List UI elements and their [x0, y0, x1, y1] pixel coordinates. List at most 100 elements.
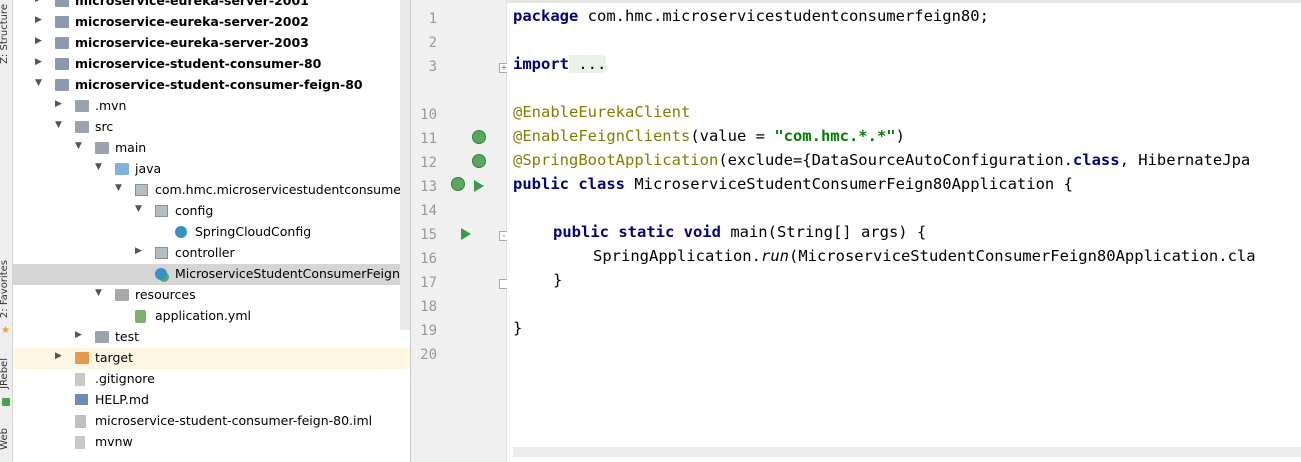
module-folder-icon: [55, 37, 69, 49]
spring-bean-icon[interactable]: [472, 130, 486, 144]
tree-item[interactable]: ▼ microservice-student-consumer-feign-80: [13, 75, 410, 96]
md-icon: [75, 394, 88, 405]
tree-item[interactable]: application.yml: [13, 306, 410, 327]
chevron-down-icon[interactable]: ▼: [35, 78, 42, 88]
line-number: 1: [428, 11, 437, 27]
tree-item[interactable]: ▼ src: [13, 117, 410, 138]
tree-item[interactable]: mvnw: [13, 432, 410, 453]
tree-item-label: target: [95, 350, 134, 365]
line-number: 19: [420, 323, 437, 339]
tree-item[interactable]: ▶ controller: [13, 243, 410, 264]
tree-item[interactable]: HELP.md: [13, 390, 410, 411]
chevron-right-icon[interactable]: ▶: [35, 15, 42, 25]
structure-tab[interactable]: Z: Structure: [0, 4, 10, 64]
code-line-3: import ...: [513, 55, 607, 73]
tree-item-label: microservice-eureka-server-2003: [75, 35, 309, 50]
code-line-12: @SpringBootApplication(exclude={DataSour…: [513, 151, 1251, 169]
tree-item-label: .mvn: [95, 98, 127, 113]
favorites-tab[interactable]: 2: Favorites: [0, 260, 10, 318]
line-number: 18: [420, 299, 437, 315]
tree-item-label: java: [135, 161, 162, 176]
tree-item[interactable]: ▼ main: [13, 138, 410, 159]
jrebel-tab[interactable]: JRebel: [0, 358, 10, 389]
yml-icon: [135, 310, 146, 323]
tree-item[interactable]: ▼ resources: [13, 285, 410, 306]
tree-item-label: microservice-student-consumer-80: [75, 56, 322, 71]
jrebel-icon: [2, 398, 10, 406]
package-icon: [155, 205, 168, 217]
tree-item[interactable]: ▶ microservice-eureka-server-2001: [13, 0, 410, 12]
tree-item[interactable]: ▼ com.hmc.microservicestudentconsumerfeig…: [13, 180, 410, 201]
chevron-right-icon[interactable]: ▶: [35, 0, 42, 4]
spring-class-icon: [155, 268, 167, 280]
class-icon: [175, 226, 187, 238]
tree-item[interactable]: ▼ config: [13, 201, 410, 222]
file-icon: [75, 373, 85, 386]
target-folder-icon: [75, 352, 89, 364]
chevron-down-icon[interactable]: ▼: [95, 162, 102, 172]
line-number: 20: [420, 347, 437, 363]
module-folder-icon: [55, 79, 69, 91]
web-tab[interactable]: Web: [0, 428, 10, 450]
line-number: 15: [420, 227, 437, 243]
code-line-13: public class MicroserviceStudentConsumer…: [513, 175, 1073, 193]
tool-window-strip: Z: Structure 2: Favorites ★ JRebel Web: [0, 0, 13, 462]
chevron-right-icon[interactable]: ▶: [55, 99, 62, 109]
code-line-16: SpringApplication.run(MicroserviceStuden…: [593, 247, 1256, 265]
tree-item-label: mvnw: [95, 434, 133, 449]
tree-item[interactable]: ▶ microservice-eureka-server-2003: [13, 33, 410, 54]
line-number: 3: [428, 59, 437, 75]
module-folder-icon: [55, 16, 69, 28]
folder-icon: [95, 142, 109, 154]
tree-item[interactable]: ▼ java: [13, 159, 410, 180]
tree-item[interactable]: .gitignore: [13, 369, 410, 390]
project-tree: ▶ microservice-eureka-server-2001 ▶ microse…: [13, 0, 410, 462]
chevron-down-icon[interactable]: ▼: [55, 120, 62, 130]
tree-item-label: SpringCloudConfig: [195, 224, 312, 239]
chevron-right-icon[interactable]: ▶: [135, 246, 142, 256]
run-main-icon[interactable]: [461, 228, 471, 240]
tree-item[interactable]: ▶ target: [13, 348, 410, 369]
line-number: 13: [420, 179, 437, 195]
chevron-down-icon[interactable]: ▼: [75, 141, 82, 151]
run-class-icon[interactable]: [474, 180, 484, 192]
line-number: 11: [420, 131, 437, 147]
tree-scrollbar[interactable]: [400, 0, 410, 330]
module-folder-icon: [55, 0, 69, 7]
tree-item[interactable]: ▶ microservice-eureka-server-2002: [13, 12, 410, 33]
tree-item-label: microservice-eureka-server-2002: [75, 14, 309, 29]
line-number: 12: [420, 155, 437, 171]
chevron-down-icon[interactable]: ▼: [95, 288, 102, 298]
line-number: 16: [420, 251, 437, 267]
chevron-down-icon[interactable]: ▼: [115, 183, 122, 193]
file-icon: [75, 436, 85, 449]
tree-item-label: src: [95, 119, 114, 134]
package-icon: [135, 184, 148, 196]
tree-item[interactable]: SpringCloudConfig: [13, 222, 410, 243]
tree-item-label: application.yml: [155, 308, 251, 323]
chevron-right-icon[interactable]: ▶: [55, 351, 62, 361]
line-number: 2: [428, 35, 437, 51]
chevron-right-icon[interactable]: ▶: [35, 57, 42, 67]
tree-item-label: main: [115, 140, 147, 155]
chevron-right-icon[interactable]: ▶: [75, 330, 82, 340]
tree-item-label: config: [175, 203, 214, 218]
chevron-down-icon[interactable]: ▼: [135, 204, 142, 214]
package-icon: [155, 247, 168, 259]
tree-item[interactable]: ▶ microservice-student-consumer-80: [13, 54, 410, 75]
tree-item[interactable]: ▶ .mvn: [13, 96, 410, 117]
spring-app-icon[interactable]: [451, 177, 465, 191]
editor-tab-bar: [507, 0, 1301, 3]
tree-item[interactable]: microservice-student-consumer-feign-80.i…: [13, 411, 410, 432]
spring-bean-icon[interactable]: [472, 154, 486, 168]
tree-item-label: com.hmc.microservicestudentconsumerfeign…: [155, 182, 410, 197]
tree-item-label: MicroserviceStudentConsumerFeign80Applic…: [175, 266, 410, 281]
chevron-right-icon[interactable]: ▶: [35, 36, 42, 46]
tree-item-label: microservice-student-consumer-feign-80: [75, 77, 363, 92]
iml-icon: [75, 415, 86, 428]
tree-item[interactable]: MicroserviceStudentConsumerFeign80Applic…: [13, 264, 410, 285]
code-line-10: @EnableEurekaClient: [513, 103, 691, 121]
code-editor[interactable]: package com.hmc.microservicestudentconsu…: [507, 0, 1301, 462]
tree-item[interactable]: ▶ test: [13, 327, 410, 348]
editor-horizontal-scrollbar[interactable]: [513, 447, 1301, 457]
